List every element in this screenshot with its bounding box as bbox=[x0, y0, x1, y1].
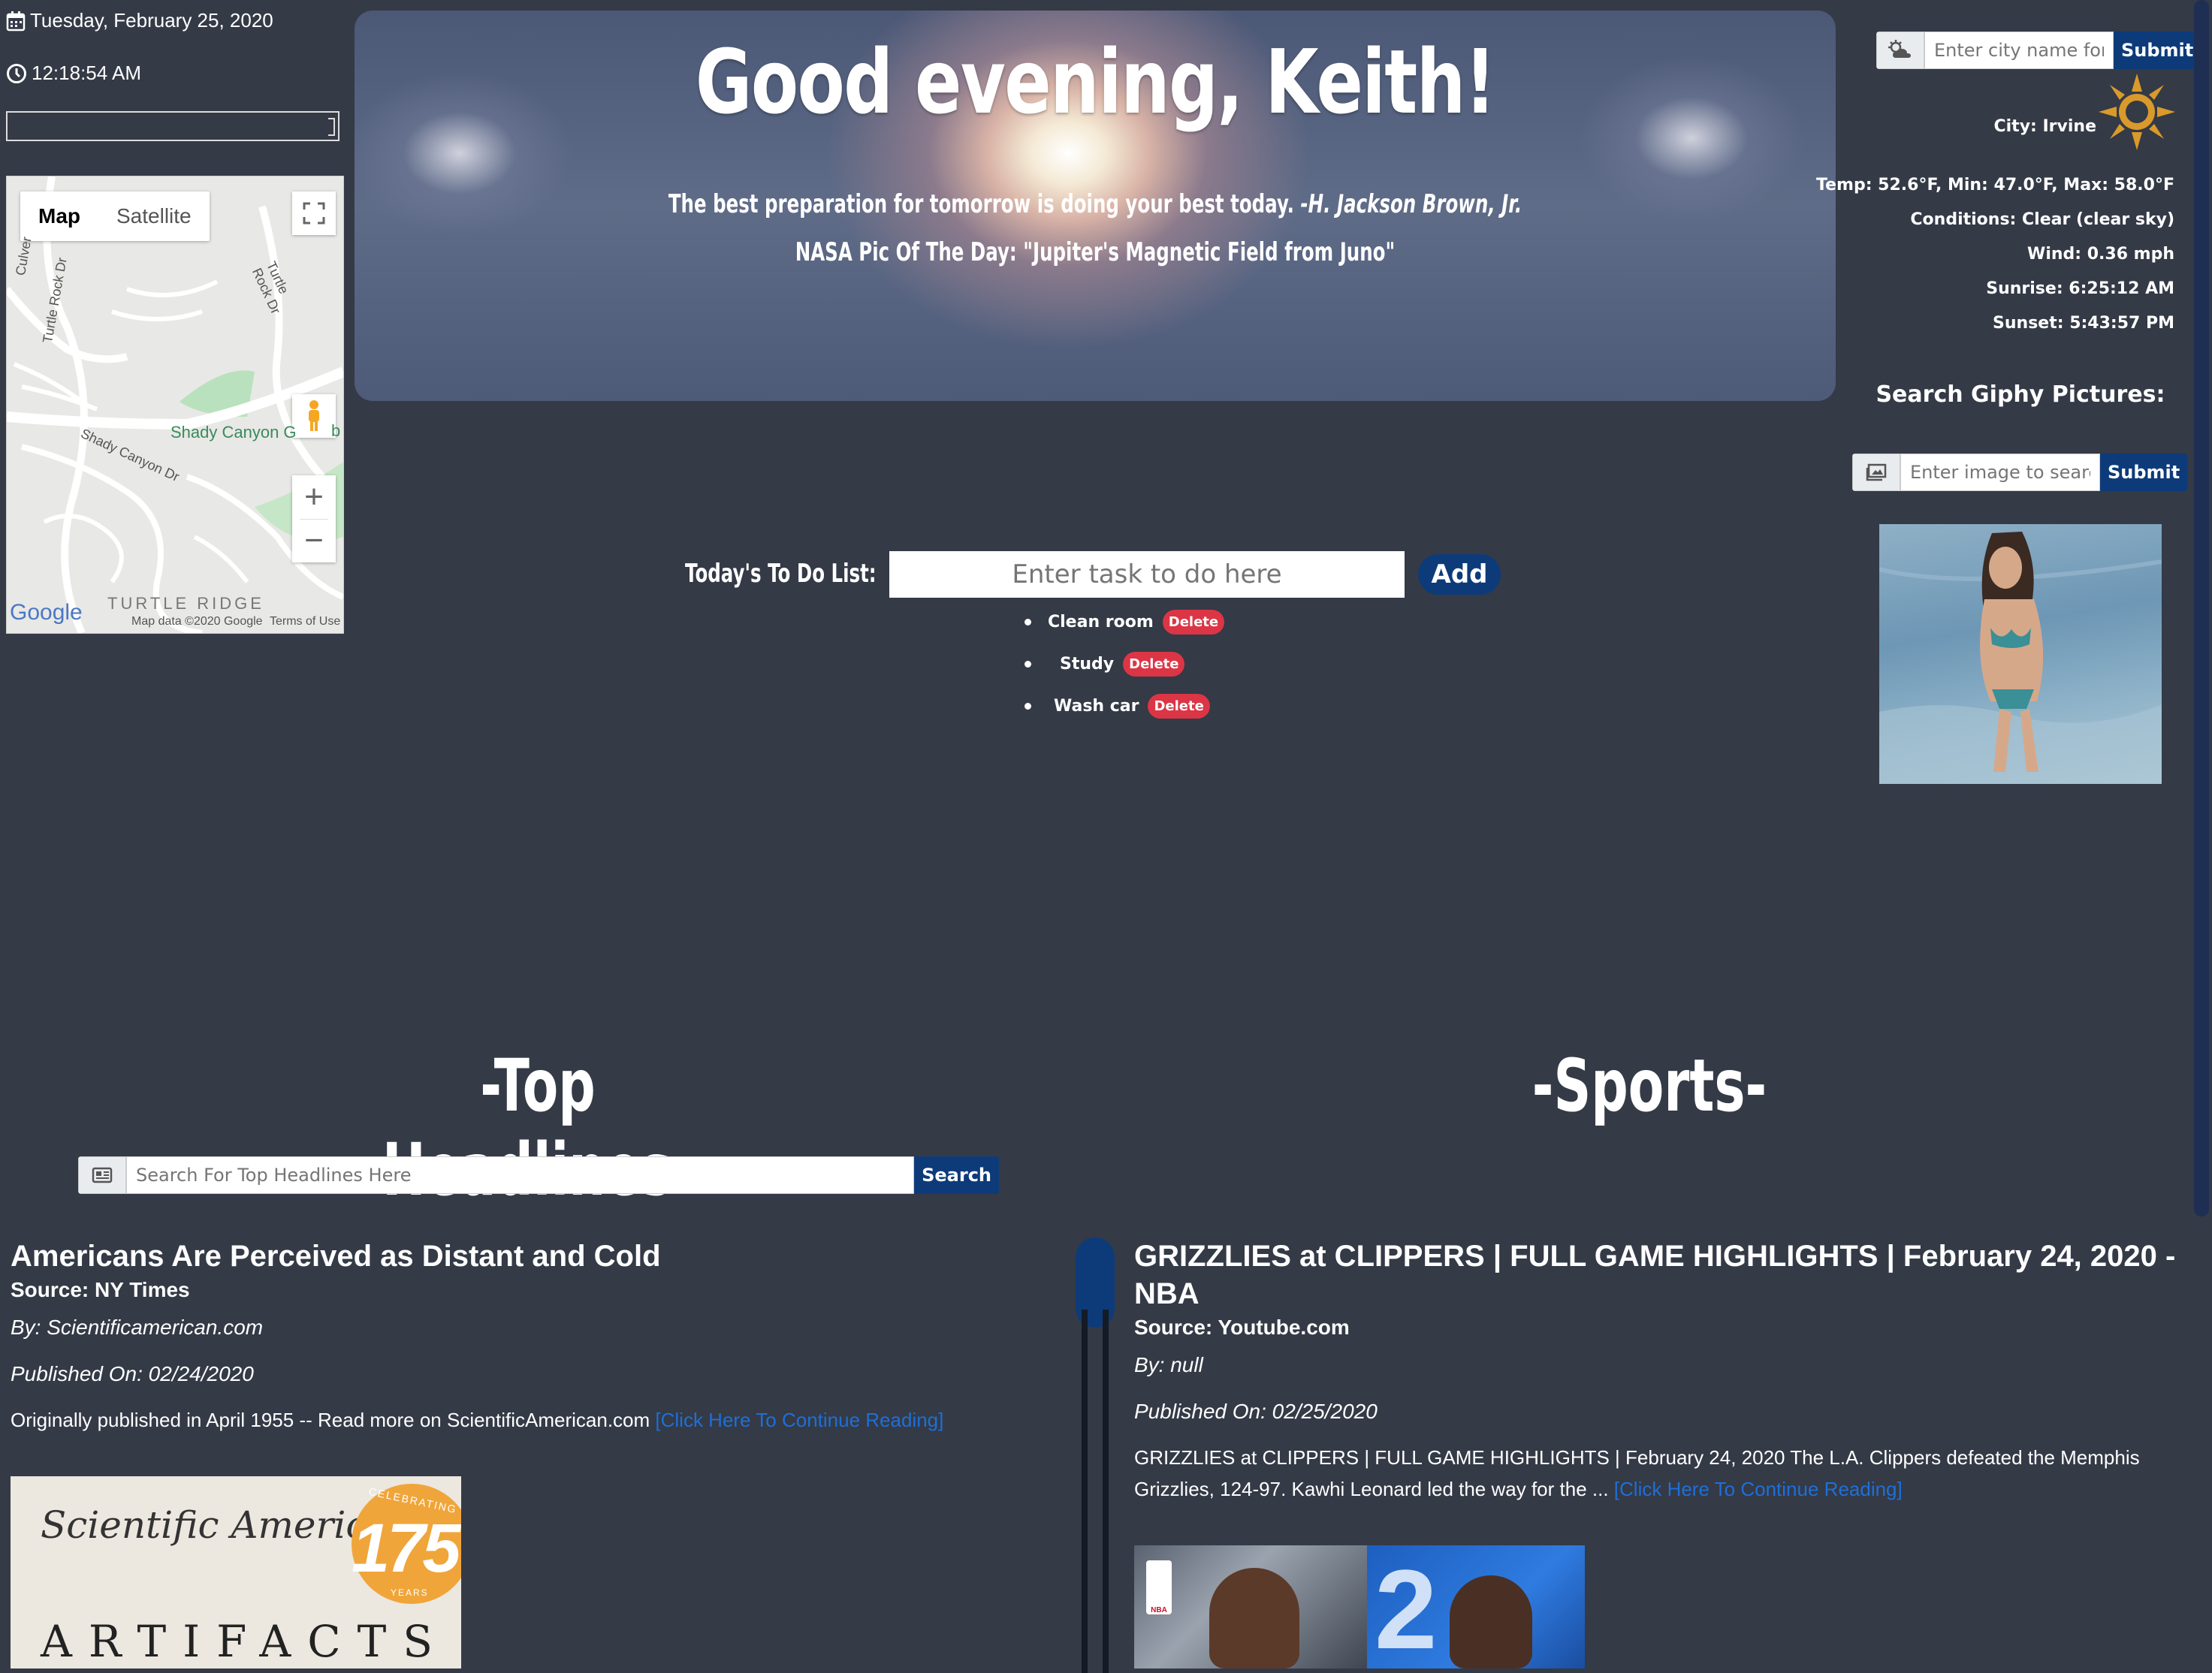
clock-icon bbox=[7, 63, 26, 83]
time-text: 12:18:54 AM bbox=[32, 62, 141, 84]
todo-task-input[interactable] bbox=[889, 551, 1405, 598]
column-divider bbox=[1076, 1237, 1115, 1673]
jersey-number-icon: 2 bbox=[1375, 1546, 1438, 1668]
article-title[interactable]: GRIZZLIES at CLIPPERS | FULL GAME HIGHLI… bbox=[1134, 1237, 2186, 1313]
weather-temp: Temp: 52.6°F, Min: 47.0°F, Max: 58.0°F bbox=[1816, 176, 2174, 194]
todo-item: Clean room Delete bbox=[1025, 610, 1225, 635]
map-type-tabs: Map Satellite bbox=[20, 191, 210, 241]
weather-sunrise: Sunrise: 6:25:12 AM bbox=[1986, 279, 2174, 298]
article-author: By: Scientificamerican.com bbox=[11, 1316, 264, 1339]
article-date: Published On: 02/24/2020 bbox=[11, 1362, 254, 1385]
hero-banner: Good evening, Keith! The best preparatio… bbox=[355, 11, 1836, 401]
sports-title: -Sports- bbox=[1532, 1044, 1767, 1128]
todo-item-text: Study bbox=[1060, 655, 1115, 674]
article-body-text: Originally published in April 1955 -- Re… bbox=[11, 1409, 650, 1431]
weather-sunset: Sunset: 5:43:57 PM bbox=[1993, 314, 2174, 333]
todo-delete-button[interactable]: Delete bbox=[1123, 652, 1185, 677]
article-body: Originally published in April 1955 -- Re… bbox=[11, 1404, 1062, 1436]
weather-search-form: Submit bbox=[1876, 32, 2201, 69]
player-right-panel: 2 bbox=[1367, 1545, 1585, 1668]
todo-item: Wash car Delete bbox=[1025, 694, 1210, 719]
bullet-icon bbox=[1025, 661, 1031, 668]
bullet-icon bbox=[1025, 619, 1031, 625]
date-text: Tuesday, February 25, 2020 bbox=[30, 9, 273, 32]
fullscreen-icon bbox=[303, 202, 325, 225]
weather-submit-button[interactable]: Submit bbox=[2114, 32, 2201, 69]
article-title[interactable]: Americans Are Perceived as Distant and C… bbox=[11, 1237, 1062, 1275]
continue-reading-link[interactable]: [Click Here To Continue Reading] bbox=[655, 1409, 943, 1431]
time-display: 12:18:54 AM bbox=[6, 62, 141, 85]
headline-search-input[interactable] bbox=[126, 1156, 915, 1194]
article-body: GRIZZLIES at CLIPPERS | FULL GAME HIGHLI… bbox=[1134, 1442, 2186, 1505]
todo-item-text: Wash car bbox=[1054, 697, 1139, 716]
weather-cloud-icon bbox=[1876, 32, 1924, 69]
input-scroll-icon bbox=[328, 118, 335, 136]
article-author: By: null bbox=[1134, 1353, 1203, 1376]
map-label-shady-canyon: Shady Canyon G bbox=[171, 423, 297, 442]
sports-article-image[interactable]: NBA 2 bbox=[1134, 1545, 1585, 1668]
zoom-controls: + − bbox=[292, 475, 336, 562]
calendar-icon bbox=[6, 11, 26, 31]
headline-article: Americans Are Perceived as Distant and C… bbox=[11, 1237, 1062, 1436]
pegman-icon bbox=[309, 400, 319, 431]
todo-add-button[interactable]: Add bbox=[1418, 554, 1501, 595]
player-head-icon-2 bbox=[1450, 1575, 1532, 1668]
map-data-credit: Map data ©2020 Google bbox=[131, 615, 263, 628]
todo-label: Today's To Do List: bbox=[685, 559, 877, 589]
fullscreen-button[interactable] bbox=[292, 191, 336, 235]
badge-years: YEARS bbox=[391, 1587, 429, 1598]
nba-badge-text: NBA bbox=[1151, 1606, 1167, 1614]
page-scrollbar[interactable] bbox=[2194, 0, 2209, 1216]
weather-wind: Wind: 0.36 mph bbox=[2027, 245, 2174, 264]
map-tab-satellite[interactable]: Satellite bbox=[98, 191, 210, 241]
image-icon bbox=[1852, 454, 1900, 491]
giphy-result-image[interactable] bbox=[1879, 524, 2162, 784]
map-tab-map[interactable]: Map bbox=[20, 191, 98, 241]
left-text-input[interactable] bbox=[6, 111, 339, 141]
badge-number: 175 bbox=[352, 1510, 460, 1587]
giphy-title: Search Giphy Pictures: bbox=[1876, 381, 2165, 408]
newspaper-icon bbox=[78, 1156, 126, 1194]
greeting-title: Good evening, Keith! bbox=[695, 30, 1496, 134]
weather-city-input[interactable] bbox=[1924, 32, 2114, 69]
player-head-icon bbox=[1209, 1568, 1299, 1668]
todo-item-text: Clean room bbox=[1048, 613, 1154, 632]
player-left-panel: NBA bbox=[1134, 1545, 1367, 1668]
bullet-icon bbox=[1025, 703, 1031, 710]
sciam-artifacts-text: ARTIFACTS bbox=[41, 1616, 450, 1667]
sports-article: GRIZZLIES at CLIPPERS | FULL GAME HIGHLI… bbox=[1134, 1237, 2186, 1505]
google-map[interactable]: Map Satellite + − Shady Canyon G b Turtl… bbox=[6, 176, 344, 634]
article-source: Source: NY Times bbox=[11, 1278, 190, 1301]
headline-search-form: Search bbox=[78, 1156, 999, 1194]
zoom-out-button[interactable]: − bbox=[292, 519, 336, 562]
todo-delete-button[interactable]: Delete bbox=[1162, 610, 1225, 635]
quote-author: -H. Jackson Brown, Jr. bbox=[1300, 189, 1522, 219]
nasa-pic-caption: NASA Pic Of The Day: "Jupiter's Magnetic… bbox=[795, 237, 1396, 267]
weather-city: City: Irvine bbox=[1993, 117, 2096, 136]
quote-text: The best preparation for tomorrow is doi… bbox=[668, 189, 1294, 219]
headline-article-image[interactable]: Scientific American. CELEBRATING 175 YEA… bbox=[11, 1476, 461, 1668]
headline-search-button[interactable]: Search bbox=[914, 1156, 999, 1194]
weather-conditions: Conditions: Clear (clear sky) bbox=[1910, 210, 2174, 229]
sun-icon bbox=[2099, 74, 2175, 150]
map-label-b: b bbox=[331, 421, 341, 440]
todo-delete-button[interactable]: Delete bbox=[1148, 694, 1210, 719]
google-logo: Google bbox=[10, 600, 83, 625]
map-label-turtle-ridge: TURTLE RIDGE bbox=[107, 594, 264, 613]
map-terms-link[interactable]: Terms of Use bbox=[270, 615, 340, 629]
article-source: Source: Youtube.com bbox=[1134, 1316, 1350, 1339]
continue-reading-link[interactable]: [Click Here To Continue Reading] bbox=[1614, 1478, 1903, 1500]
date-display: Tuesday, February 25, 2020 bbox=[6, 9, 273, 32]
todo-item: Study Delete bbox=[1025, 652, 1185, 677]
street-view-button[interactable] bbox=[292, 394, 336, 438]
nba-logo-icon: NBA bbox=[1146, 1560, 1172, 1614]
article-date: Published On: 02/25/2020 bbox=[1134, 1400, 1378, 1423]
giphy-search-input[interactable] bbox=[1900, 454, 2100, 491]
giphy-submit-button[interactable]: Submit bbox=[2100, 454, 2188, 491]
zoom-in-button[interactable]: + bbox=[292, 475, 336, 519]
quote: The best preparation for tomorrow is doi… bbox=[562, 189, 1628, 219]
giphy-photo bbox=[1879, 532, 2162, 784]
giphy-search-form: Submit bbox=[1852, 454, 2188, 491]
